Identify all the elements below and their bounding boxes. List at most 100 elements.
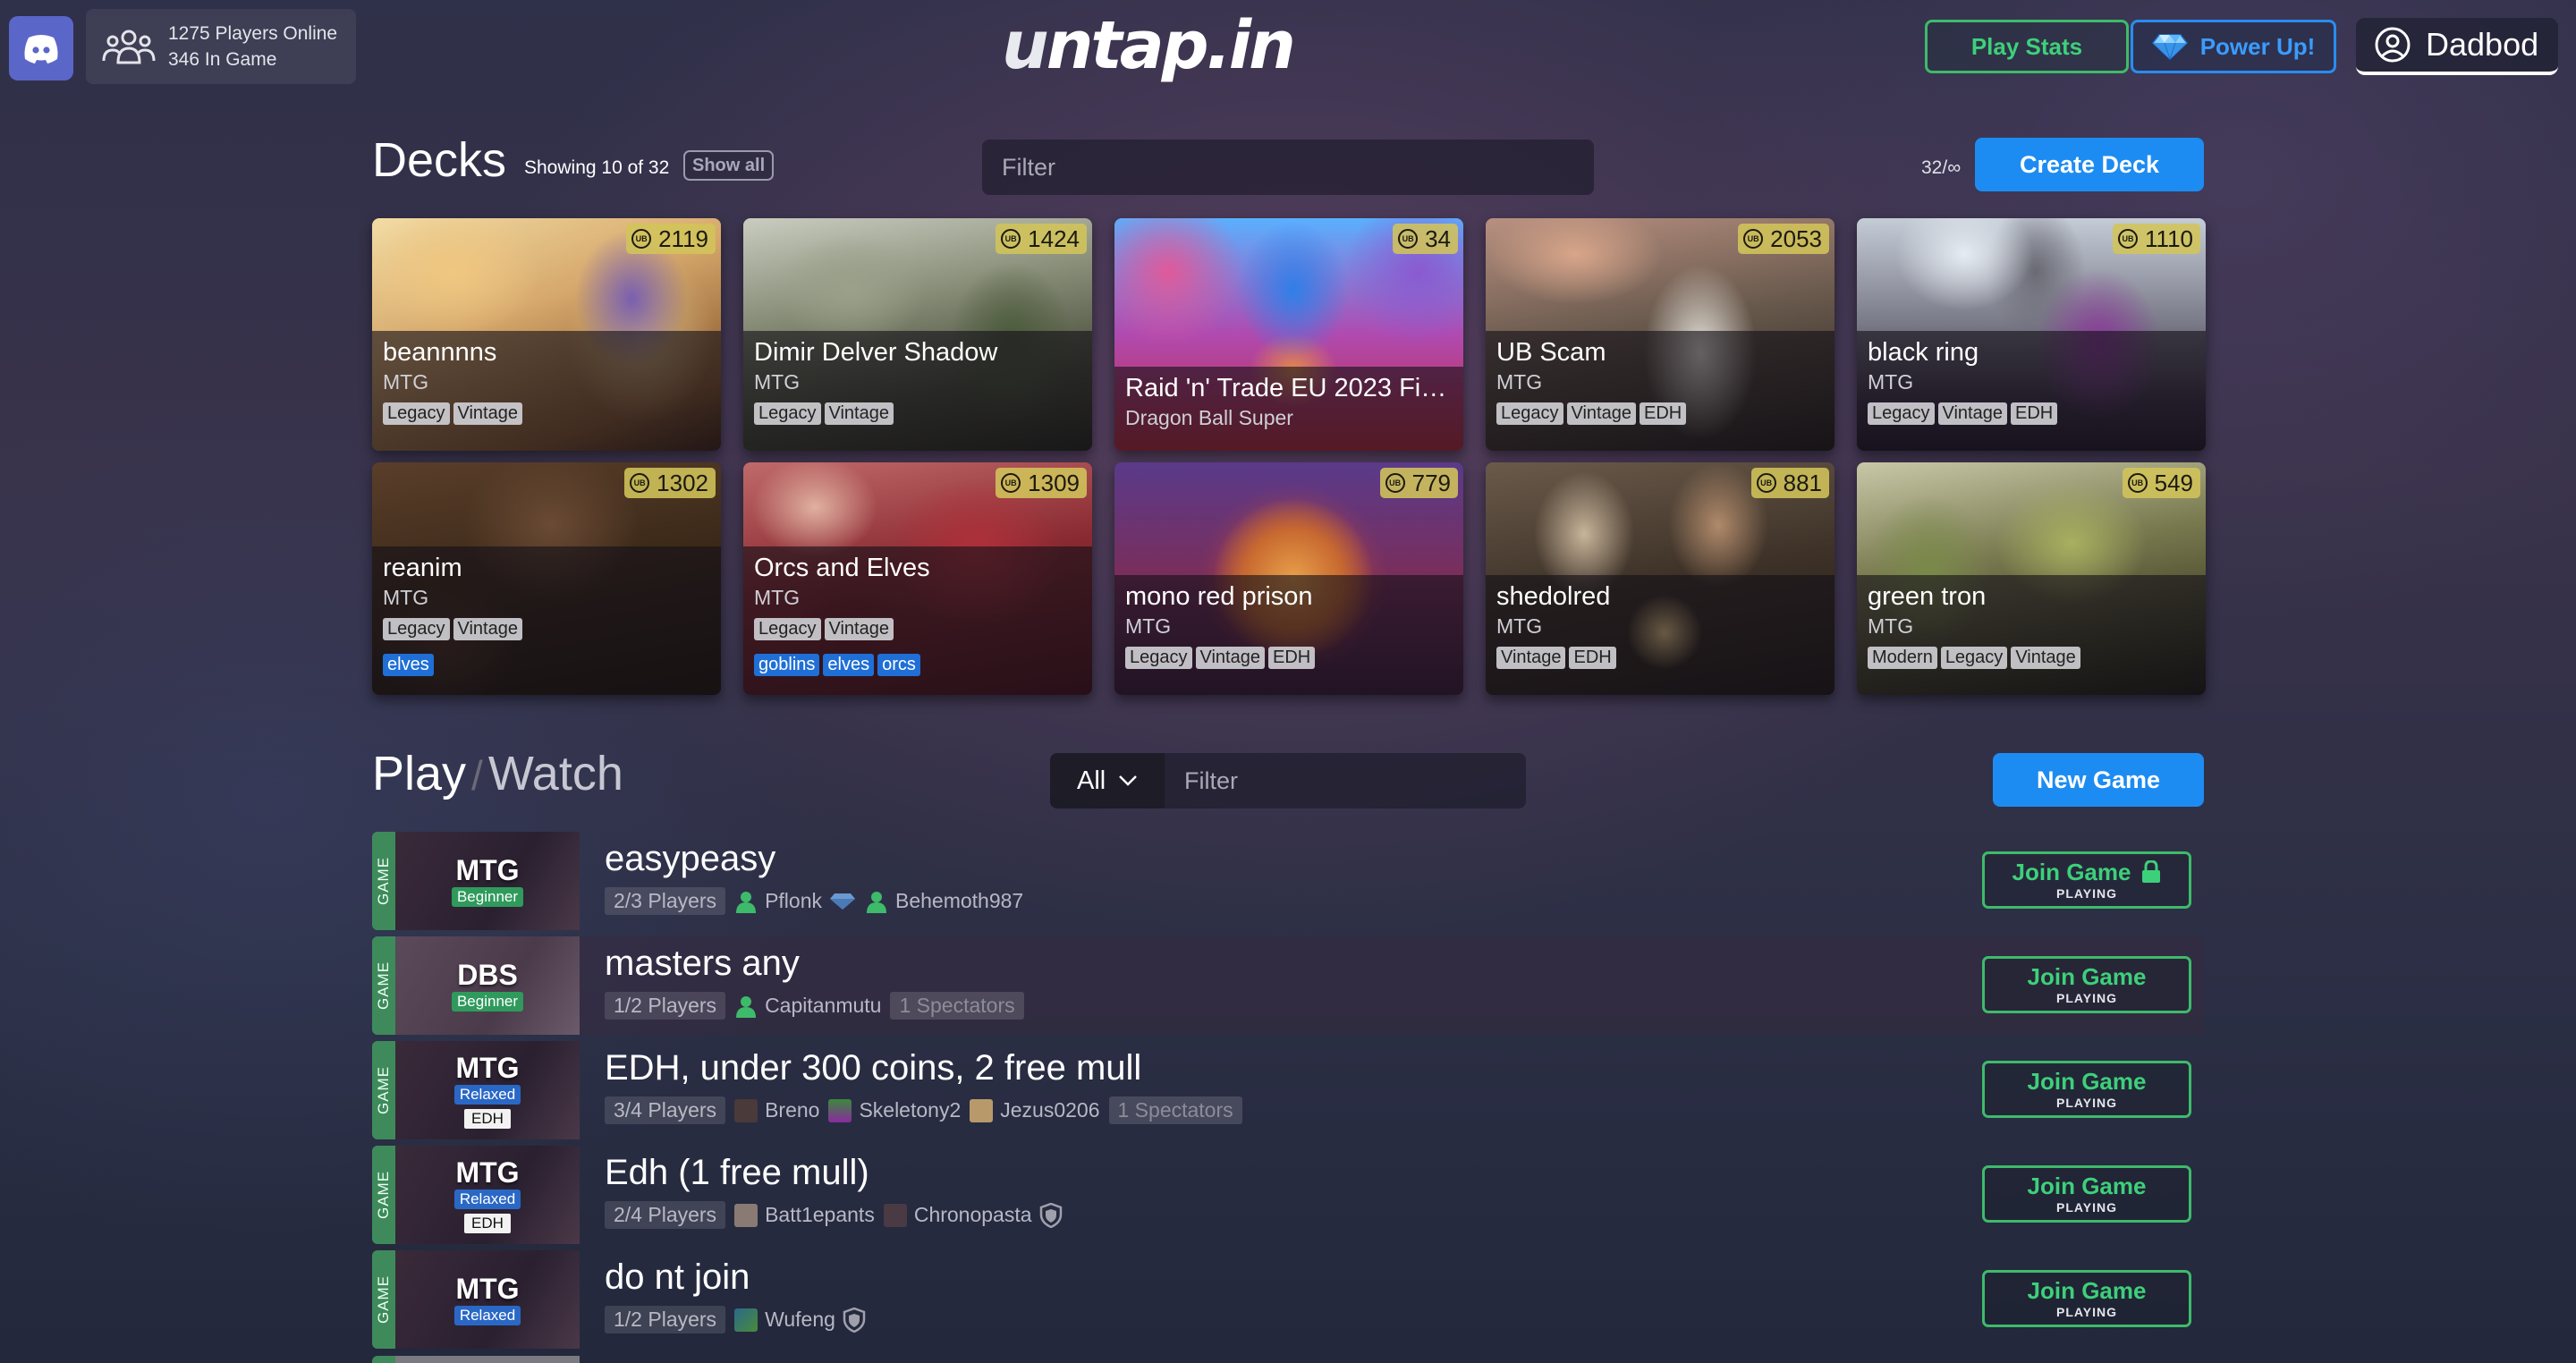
shield-icon (1039, 1202, 1062, 1228)
coin-icon: UB (1385, 473, 1405, 493)
deck-format-tag: Vintage (824, 402, 894, 425)
player-name: Jezus0206 (1000, 1098, 1100, 1122)
deck-card[interactable]: UB 34 Raid 'n' Trade EU 2023 Finals Drago… (1114, 218, 1463, 451)
game-level-badge: Relaxed (453, 1084, 521, 1105)
join-game-button[interactable]: Join Game PLAYING (1982, 1165, 2191, 1223)
play-stats-button[interactable]: Play Stats (1925, 20, 2129, 73)
coin-icon: UB (2118, 229, 2139, 249)
join-game-button[interactable]: Join Game PLAYING (1982, 1061, 2191, 1118)
deck-custom-tag: elves (823, 654, 875, 676)
show-all-button[interactable]: Show all (683, 150, 775, 181)
coin-icon: UB (1001, 229, 1021, 249)
deck-coins: UB 2053 (1738, 224, 1829, 254)
create-deck-button[interactable]: Create Deck (1975, 138, 2204, 191)
deck-coins: UB 1302 (624, 468, 716, 498)
deck-format-tag: Vintage (453, 618, 522, 640)
people-icon (102, 30, 156, 64)
deck-card[interactable]: UB 1302 reanim MTG Legacy Vintage elves (372, 462, 721, 695)
game-title: do nt join (605, 1257, 750, 1297)
game-title: Edh (1 free mull) (605, 1153, 869, 1192)
deck-game: MTG (1496, 614, 1543, 638)
deck-coins: UB 549 (2122, 468, 2200, 498)
deck-card[interactable]: UB 1110 black ring MTG Legacy Vintage EDH (1857, 218, 2206, 451)
deck-game: MTG (754, 586, 801, 609)
deck-name: Raid 'n' Trade EU 2023 Finals (1125, 374, 1453, 402)
player-name: Pflonk (765, 889, 822, 912)
deck-card[interactable]: UB 1309 Orcs and Elves MTG Legacy Vintage… (743, 462, 1092, 695)
game-row[interactable]: GAME MTG Beginner easypeasy 2/3 Players … (372, 832, 2204, 930)
game-level-badge: Relaxed (453, 1306, 521, 1325)
player-avatar (734, 1098, 758, 1122)
player-avatar (828, 1098, 852, 1122)
deck-format-tag: Vintage (453, 402, 522, 425)
deck-format-tag: Legacy (754, 402, 821, 425)
join-game-button[interactable]: Join Game PLAYING (1982, 1270, 2191, 1327)
deck-name: Dimir Delver Shadow (754, 338, 998, 367)
online-stats: 1275 Players Online 346 In Game (86, 9, 356, 84)
deck-coins: UB 881 (1750, 468, 1829, 498)
game-row[interactable]: GAME MTG Relaxed do nt join 1/2 Players … (372, 1250, 2204, 1349)
player-name: Behemoth987 (895, 889, 1024, 912)
untap-logo[interactable]: untap.in (1002, 5, 1296, 86)
game-format-badge: EDH (464, 1108, 511, 1129)
deck-format-tag: EDH (2010, 402, 2058, 425)
player-name: Chronopasta (913, 1203, 1032, 1226)
player-count: 2/4 Players (605, 1201, 726, 1229)
game-tab-label: GAME (372, 1250, 395, 1349)
game-row[interactable]: GAME MTG Relaxed EDH EDH, under 300 coin… (372, 1041, 2204, 1139)
tab-play[interactable]: Play (372, 747, 466, 800)
deck-format-tag: Vintage (1195, 647, 1265, 669)
deck-game: MTG (754, 370, 801, 394)
deck-name: green tron (1868, 582, 1987, 611)
play-watch-heading: Play / Watch (372, 747, 623, 800)
tab-watch[interactable]: Watch (488, 747, 623, 800)
deck-card[interactable]: UB 779 mono red prison MTG Legacy Vintage… (1114, 462, 1463, 695)
deck-card[interactable]: UB 1424 Dimir Delver Shadow MTG Legacy Vi… (743, 218, 1092, 451)
player-count: 1/2 Players (605, 1306, 726, 1333)
game-thumbnail: MTG Relaxed EDH (395, 1146, 580, 1244)
deck-coins: UB 1424 (996, 224, 1087, 254)
coin-icon: UB (1001, 473, 1021, 493)
discord-button[interactable] (9, 16, 73, 80)
join-game-button[interactable]: Join Game PLAYING (1982, 851, 2191, 909)
deck-custom-tag: orcs (877, 654, 920, 676)
player-avatar (883, 1203, 907, 1227)
lock-icon (2142, 860, 2161, 883)
join-game-button[interactable]: Join Game PLAYING (1982, 956, 2191, 1013)
deck-coins: UB 1110 (2113, 224, 2200, 254)
game-filter-input[interactable] (1165, 753, 1526, 808)
game-level-badge: Beginner (451, 992, 524, 1012)
deck-name: beannnns (383, 338, 497, 367)
deck-coins: UB 2119 (626, 224, 716, 254)
game-row[interactable]: GAME MTG Relaxed EDH Edh (1 free mull) 2… (372, 1146, 2204, 1244)
deck-card[interactable]: UB 549 green tron MTG Modern Legacy Vinta… (1857, 462, 2206, 695)
deck-filter-input[interactable] (982, 140, 1594, 195)
deck-name: reanim (383, 554, 462, 582)
deck-name: shedolred (1496, 582, 1611, 611)
deck-game: Dragon Ball Super (1125, 406, 1293, 429)
deck-format-tag: EDH (1639, 402, 1687, 425)
deck-card[interactable]: UB 881 shedolred MTG Vintage EDH (1486, 462, 1835, 695)
user-menu-button[interactable]: Dadbod (2356, 18, 2558, 75)
player-count: 1/2 Players (605, 992, 726, 1020)
deck-format-tag: Legacy (1496, 402, 1563, 425)
deck-card[interactable]: UB 2119 beannnns MTG Legacy Vintage (372, 218, 721, 451)
game-format-badge: EDH (464, 1213, 511, 1233)
chevron-down-icon (1119, 775, 1138, 786)
player-avatar (970, 1098, 994, 1122)
game-level-badge: Relaxed (453, 1189, 521, 1209)
new-game-button[interactable]: New Game (1993, 753, 2204, 807)
username: Dadbod (2426, 26, 2539, 63)
game-system: MTG (455, 1273, 520, 1305)
player-name: Batt1epants (765, 1203, 875, 1226)
deck-coins: UB 34 (1393, 224, 1458, 254)
game-system-select[interactable]: All (1050, 753, 1165, 808)
deck-format-tag: Legacy (383, 618, 450, 640)
game-row[interactable]: GAME DBS Beginner masters any 1/2 Player… (372, 936, 2204, 1035)
deck-name: Orcs and Elves (754, 554, 930, 582)
power-up-button[interactable]: Power Up! (2131, 20, 2336, 73)
player-avatar (734, 1203, 758, 1227)
deck-format-tag: Vintage (824, 618, 894, 640)
deck-card[interactable]: UB 2053 UB Scam MTG Legacy Vintage EDH (1486, 218, 1835, 451)
deck-custom-tag: elves (383, 654, 434, 676)
